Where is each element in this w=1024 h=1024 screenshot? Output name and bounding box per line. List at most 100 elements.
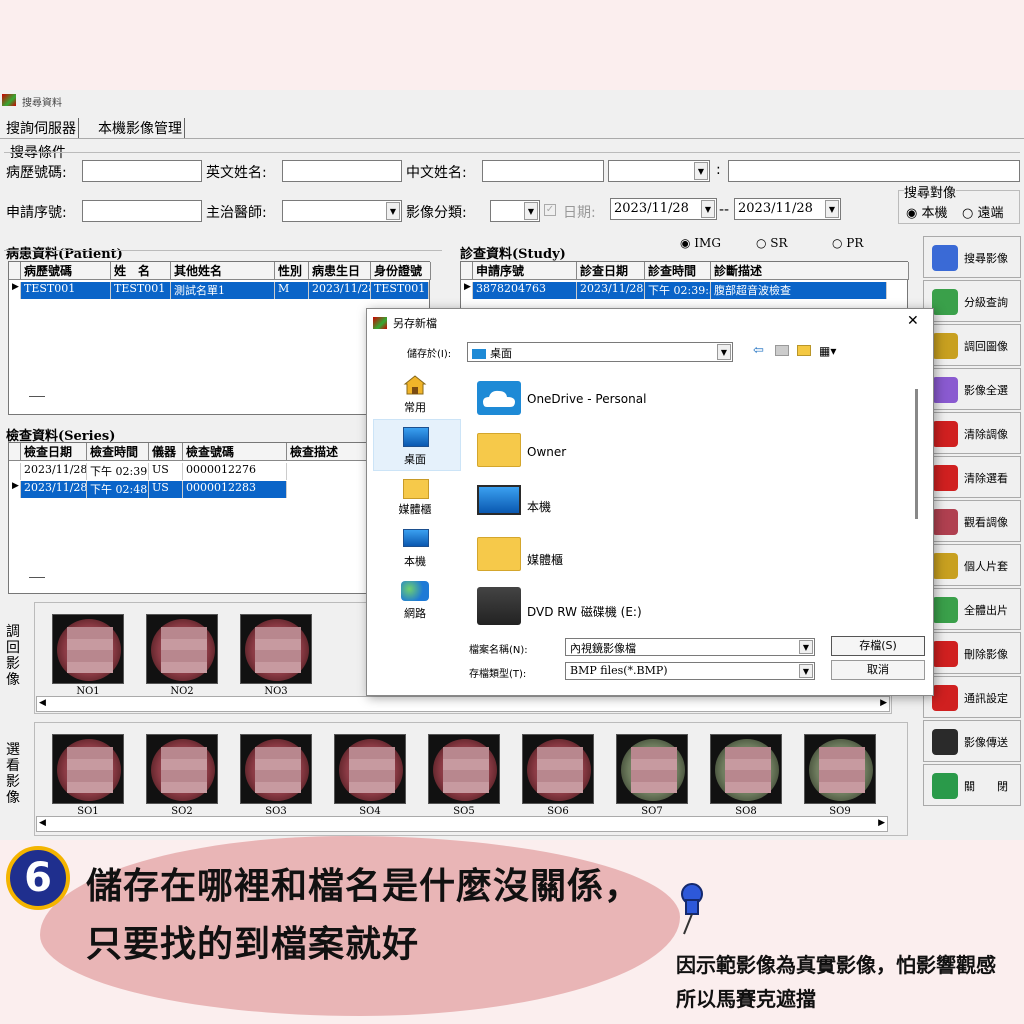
extra-field[interactable] — [728, 160, 1020, 182]
dialog-close-button[interactable]: ✕ — [907, 313, 919, 329]
col-header[interactable]: 身份證號 — [371, 262, 431, 280]
type-pr-radio[interactable]: ○ PR — [832, 236, 863, 250]
thumbnail-image[interactable] — [522, 734, 594, 804]
chart-no-field[interactable] — [82, 160, 202, 182]
save-dialog: 另存新檔 ✕ 儲存於(I): 桌面 ▼ ⇦ ▦▾ 常用 桌面 媒體櫃 本機 網路 … — [366, 308, 934, 696]
nav-item-frequent[interactable]: 常用 — [375, 399, 455, 415]
col-header[interactable]: 檢查日期 — [21, 443, 87, 461]
chi-name-select[interactable]: ▼ — [608, 160, 710, 182]
col-header[interactable]: 申請序號 — [473, 262, 577, 280]
thumbnail-image[interactable] — [428, 734, 500, 804]
thumbnail-image[interactable] — [240, 734, 312, 804]
table-cell: 腹部超音波檢查 — [711, 282, 887, 299]
action-button[interactable]: 清除選看 — [923, 456, 1021, 498]
tab-underline — [0, 138, 1024, 139]
filetype-select[interactable]: BMP files(*.BMP) ▼ — [565, 662, 815, 680]
filename-field[interactable]: 內視鏡影像檔 ▼ — [565, 638, 815, 656]
thumbnail-image[interactable] — [52, 734, 124, 804]
action-button[interactable]: 影像全選 — [923, 368, 1021, 410]
target-remote-radio[interactable]: ○ 遠端 — [962, 202, 1004, 221]
action-button-label: 觀看調像 — [964, 516, 1008, 529]
doctor-select[interactable]: ▼ — [282, 200, 402, 222]
cancel-button[interactable]: 取消 — [831, 660, 925, 680]
scroll-left-icon[interactable]: ◀ — [39, 818, 46, 828]
date-from-field[interactable]: 2023/11/28 ▼ — [610, 198, 717, 220]
action-button[interactable]: 清除調像 — [923, 412, 1021, 454]
new-folder-icon[interactable] — [797, 345, 811, 356]
save-in-select[interactable]: 桌面 ▼ — [467, 342, 733, 362]
action-button[interactable]: 個人片套 — [923, 544, 1021, 586]
nav-item-this-pc[interactable]: 本機 — [375, 553, 455, 569]
file-item-dvd[interactable]: DVD RW 磁碟機 (E:) — [527, 603, 642, 620]
file-item-owner[interactable]: Owner — [527, 445, 566, 459]
scroll-left-icon[interactable]: ◀ — [39, 698, 46, 708]
col-header[interactable]: 其他姓名 — [171, 262, 275, 280]
col-header[interactable]: 檢查號碼 — [183, 443, 287, 461]
action-button[interactable]: 全體出片 — [923, 588, 1021, 630]
action-button[interactable]: 刪除影像 — [923, 632, 1021, 674]
col-header[interactable]: 病患生日 — [309, 262, 371, 280]
scroll-thumb[interactable] — [29, 577, 45, 578]
tab-local-images[interactable]: 本機影像管理 — [96, 118, 185, 138]
col-header[interactable]: 儀器 — [149, 443, 183, 461]
scroll-right-icon[interactable]: ▶ — [878, 818, 885, 828]
network-icon — [401, 581, 429, 601]
target-local-radio[interactable]: ◉ 本機 — [906, 202, 948, 221]
action-button[interactable]: 調回圖像 — [923, 324, 1021, 366]
nav-item-network[interactable]: 網路 — [375, 605, 455, 621]
thumbnail-image[interactable] — [52, 614, 124, 684]
col-header[interactable]: 性別 — [275, 262, 309, 280]
clear-icon — [932, 641, 958, 667]
save-button[interactable]: 存檔(S) — [831, 636, 925, 656]
action-button[interactable]: 觀看調像 — [923, 500, 1021, 542]
col-header[interactable]: 檢查時間 — [87, 443, 149, 461]
date-checkbox[interactable]: ✓ — [544, 204, 556, 216]
file-item-onedrive[interactable]: OneDrive - Personal — [527, 392, 646, 406]
col-header[interactable]: 診斷描述 — [711, 262, 909, 280]
thumbnail-image[interactable] — [334, 734, 406, 804]
thumbnail-image[interactable] — [240, 614, 312, 684]
col-header[interactable]: 診查時間 — [645, 262, 711, 280]
tab-server-search[interactable]: 搜詢伺服器 — [4, 118, 79, 138]
thumbnail-image[interactable] — [710, 734, 782, 804]
view-scrollbar[interactable]: ◀ ▶ — [36, 816, 888, 832]
thumbnail-image[interactable] — [146, 614, 218, 684]
chi-name-field[interactable] — [482, 160, 604, 182]
date-label: 日期: — [563, 205, 596, 221]
action-button[interactable]: 關 閉 — [923, 764, 1021, 806]
app-no-label: 申請序號: — [6, 205, 67, 221]
scroll-thumb[interactable] — [29, 396, 45, 397]
onedrive-icon — [477, 381, 521, 415]
nav-item-libraries[interactable]: 媒體櫃 — [375, 501, 455, 517]
thumbnail-image[interactable] — [616, 734, 688, 804]
action-button[interactable]: 搜尋影像 — [923, 236, 1021, 278]
col-header[interactable]: 姓 名 — [111, 262, 171, 280]
type-img-radio[interactable]: ◉ IMG — [680, 236, 721, 250]
eng-name-field[interactable] — [282, 160, 402, 182]
col-header[interactable]: 病歷號碼 — [21, 262, 111, 280]
file-scroll-thumb[interactable] — [915, 389, 918, 519]
retrieve-scrollbar[interactable]: ◀ ▶ — [36, 696, 890, 712]
thumbnail-image[interactable] — [804, 734, 876, 804]
app-no-field[interactable] — [82, 200, 202, 222]
image-class-select[interactable]: ▼ — [490, 200, 540, 222]
folder-icon — [477, 433, 521, 467]
scroll-right-icon[interactable]: ▶ — [880, 698, 887, 708]
col-header[interactable]: 診查日期 — [577, 262, 645, 280]
action-button[interactable]: 通訊設定 — [923, 676, 1021, 718]
up-folder-icon[interactable] — [775, 345, 789, 356]
date-to-field[interactable]: 2023/11/28 ▼ — [734, 198, 841, 220]
view-menu-icon[interactable]: ▦▾ — [819, 344, 836, 358]
file-item-this-pc[interactable]: 本機 — [527, 498, 551, 515]
nav-item-desktop[interactable]: 桌面 — [375, 451, 455, 467]
back-icon[interactable]: ⇦ — [753, 343, 764, 358]
table-row[interactable]: ▶ 3878204763 2023/11/28 下午 02:39:5 腹部超音波… — [461, 282, 909, 299]
thumbnail-image[interactable] — [146, 734, 218, 804]
table-row[interactable]: ▶ TEST001 TEST001 測試名單1 M 2023/11/28 TES… — [9, 282, 431, 299]
search-target-label: 搜尋對像 — [904, 182, 957, 201]
eng-name-label: 英文姓名: — [206, 165, 267, 181]
action-button[interactable]: 影像傳送 — [923, 720, 1021, 762]
file-item-libraries[interactable]: 媒體櫃 — [527, 551, 563, 568]
type-sr-radio[interactable]: ○ SR — [756, 236, 788, 250]
action-button[interactable]: 分級查詢 — [923, 280, 1021, 322]
